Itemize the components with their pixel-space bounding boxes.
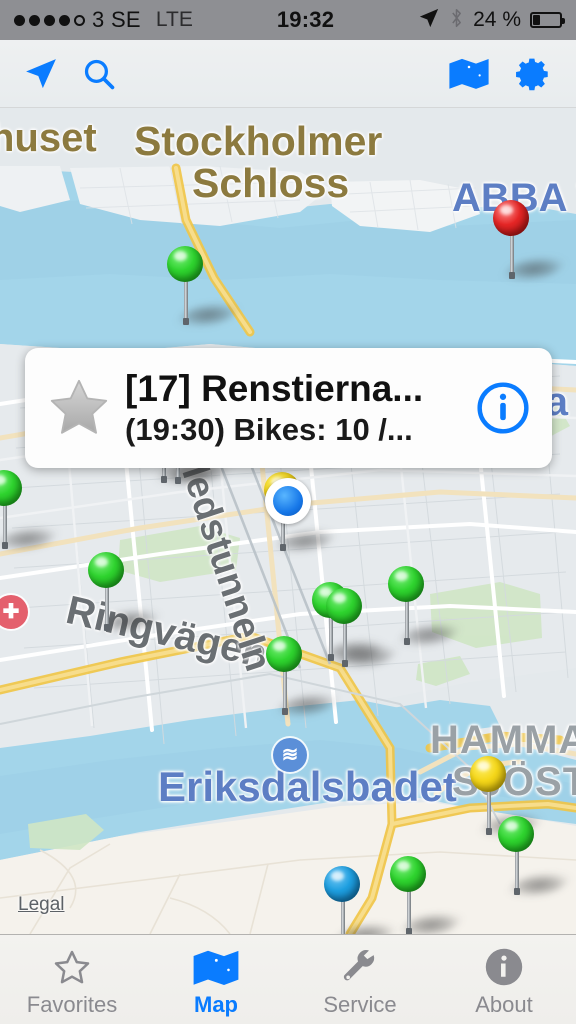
- status-bar: 3 SE LTE 19:32 24 %: [0, 0, 576, 40]
- pin-head: [388, 566, 424, 602]
- callout-title: [17] Renstierna...: [125, 367, 424, 409]
- pin-head: [167, 246, 203, 282]
- settings-gear-icon[interactable]: [514, 55, 552, 93]
- tab-about[interactable]: About: [432, 935, 576, 1024]
- star-icon: [51, 946, 93, 988]
- tab-favorites-label: Favorites: [26, 991, 118, 1017]
- signal-dot: [44, 14, 55, 26]
- pin-head: [498, 816, 534, 852]
- pin-head: [493, 200, 529, 236]
- pin-head: [88, 552, 124, 588]
- callout-info-button[interactable]: [472, 380, 534, 436]
- favorite-star-button[interactable]: [37, 376, 121, 440]
- pin-head: [0, 470, 22, 506]
- nav-right-group: [448, 55, 552, 93]
- tab-service[interactable]: Service: [288, 935, 432, 1024]
- tab-bar: Favorites Map Service About: [0, 934, 576, 1024]
- status-bar-clock: 19:32: [276, 7, 335, 32]
- pin-head: [266, 636, 302, 672]
- wrench-icon: [339, 946, 381, 988]
- map-pin-blue[interactable]: [320, 866, 400, 934]
- signal-dot: [59, 14, 70, 26]
- map-type-icon[interactable]: [448, 57, 490, 91]
- tab-about-label: About: [475, 991, 533, 1017]
- map-pin-green[interactable]: [494, 816, 574, 896]
- map-pin-green[interactable]: [386, 856, 466, 934]
- signal-dot: [74, 14, 85, 26]
- map-legal-link[interactable]: Legal: [18, 894, 65, 916]
- map-annotation-callout[interactable]: [17] Renstierna... (19:30) Bikes: 10 /..…: [25, 348, 552, 468]
- signal-dot: [14, 14, 25, 26]
- tab-service-label: Service: [323, 991, 397, 1017]
- app-root: 3 SE LTE 19:32 24 % huset Stockholmer Sc…: [0, 0, 576, 1024]
- location-arrow-icon: [418, 7, 440, 34]
- tab-map[interactable]: Map: [144, 935, 288, 1024]
- pin-shadow: [0, 528, 62, 550]
- tab-map-label: Map: [194, 991, 238, 1017]
- map-pin-green[interactable]: [84, 552, 164, 632]
- tab-favorites[interactable]: Favorites: [0, 935, 144, 1024]
- status-bar-left: 3 SE LTE: [14, 7, 193, 33]
- map-pin-green[interactable]: [163, 246, 243, 326]
- map-canvas[interactable]: husetStockholmerSchlossABBA TFotografisk…: [0, 108, 576, 934]
- user-location-dot: [265, 478, 311, 524]
- battery-icon: [530, 12, 565, 28]
- status-bar-right: 24 %: [418, 7, 565, 34]
- pin-head: [324, 866, 360, 902]
- pin-head: [470, 756, 506, 792]
- callout-subtitle: (19:30) Bikes: 10 /...: [125, 412, 413, 448]
- pin-head: [326, 588, 362, 624]
- map-icon: [192, 946, 240, 988]
- info-icon: [482, 946, 526, 988]
- map-pin-green[interactable]: [322, 588, 402, 668]
- network-type: LTE: [155, 8, 193, 31]
- battery-percent-label: 24 %: [473, 8, 521, 31]
- signal-dot: [29, 14, 40, 26]
- callout-text-block: [17] Renstierna... (19:30) Bikes: 10 /..…: [121, 368, 472, 449]
- map-pin-green[interactable]: [262, 636, 342, 716]
- map-pin-green[interactable]: [0, 470, 62, 550]
- map-pin-green[interactable]: [384, 566, 464, 646]
- nav-left-group: [24, 57, 116, 91]
- search-icon[interactable]: [82, 57, 116, 91]
- locate-me-icon[interactable]: [24, 57, 58, 91]
- navigation-bar: [0, 40, 576, 108]
- map-pin-red[interactable]: [489, 200, 569, 280]
- pin-head: [390, 856, 426, 892]
- bluetooth-icon: [449, 7, 464, 34]
- signal-strength-dots: [14, 14, 85, 26]
- carrier-name: 3 SE: [92, 7, 141, 32]
